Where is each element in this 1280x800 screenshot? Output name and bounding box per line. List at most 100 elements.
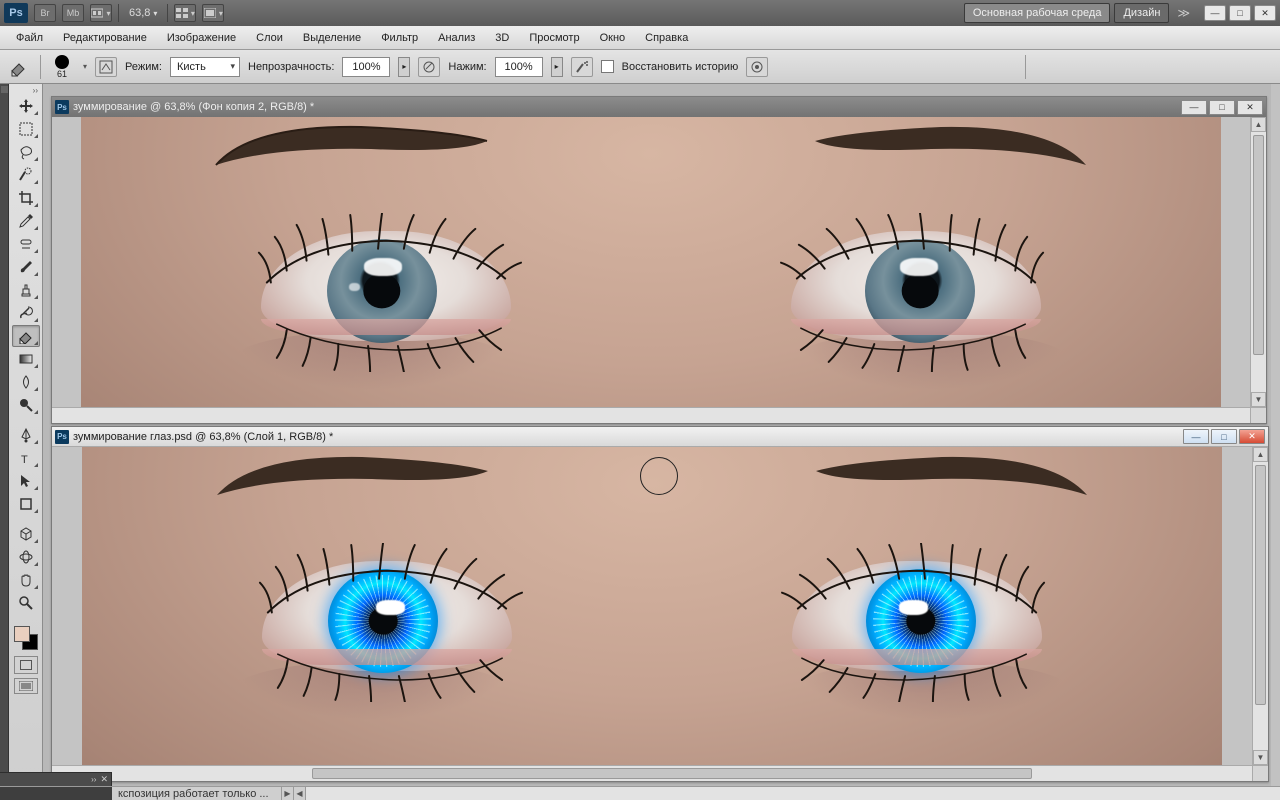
move-tool[interactable]	[12, 95, 40, 117]
scroll-up-arrow-icon[interactable]: ▲	[1251, 117, 1266, 132]
status-menu-arrow-icon[interactable]: ▶	[282, 787, 294, 800]
blend-mode-select[interactable]: Кисть	[170, 57, 240, 77]
scroll-down-arrow-icon[interactable]: ▼	[1251, 392, 1266, 407]
type-tool[interactable]: T	[12, 447, 40, 469]
hand-tool[interactable]	[12, 569, 40, 591]
brush-panel-toggle[interactable]	[95, 57, 117, 77]
workspace-essentials-button[interactable]: Основная рабочая среда	[964, 3, 1111, 23]
crop-tool[interactable]	[12, 187, 40, 209]
shape-tool[interactable]	[12, 493, 40, 515]
zoom-level-dropdown[interactable]: 63,8	[125, 7, 161, 19]
pen-tool[interactable]	[12, 424, 40, 446]
lasso-tool[interactable]	[12, 141, 40, 163]
document-1-vertical-scrollbar[interactable]: ▲ ▼	[1250, 117, 1266, 407]
clone-stamp-tool[interactable]	[12, 279, 40, 301]
erase-to-history-checkbox[interactable]	[601, 60, 614, 73]
dodge-tool[interactable]	[12, 394, 40, 416]
eyedropper-tool[interactable]	[12, 210, 40, 232]
flow-slider-button[interactable]: ▸	[551, 57, 563, 77]
tablet-pressure-size-toggle[interactable]	[746, 57, 768, 77]
document-2-horizontal-scrollbar[interactable]	[52, 765, 1252, 781]
screen-mode-dropdown[interactable]	[202, 4, 224, 22]
document-1-maximize-button[interactable]: □	[1209, 100, 1235, 115]
gradient-tool[interactable]	[12, 348, 40, 370]
scroll-up-arrow-icon[interactable]: ▲	[1253, 447, 1268, 462]
current-tool-icon[interactable]	[6, 56, 32, 78]
workspace-more-button[interactable]: ≫	[1173, 6, 1194, 20]
app-minimize-button[interactable]: —	[1204, 5, 1226, 21]
document-2-viewport[interactable]	[52, 447, 1252, 765]
eraser-tool[interactable]	[12, 325, 40, 347]
scrollbar-thumb[interactable]	[1253, 135, 1264, 355]
opacity-slider-button[interactable]: ▸	[398, 57, 410, 77]
document-1-viewport[interactable]	[52, 117, 1250, 407]
color-swatches[interactable]	[12, 624, 40, 652]
3d-object-tool[interactable]	[12, 523, 40, 545]
document-2-titlebar[interactable]: Ps зуммирование глаз.psd @ 63,8% (Слой 1…	[52, 427, 1268, 447]
menu-view[interactable]: Просмотр	[519, 28, 589, 48]
quick-mask-toggle[interactable]	[14, 656, 38, 674]
3d-camera-tool[interactable]	[12, 546, 40, 568]
history-brush-tool[interactable]	[12, 302, 40, 324]
foreground-color-swatch[interactable]	[14, 626, 30, 642]
opacity-input[interactable]: 100%	[342, 57, 390, 77]
menu-layer[interactable]: Слои	[246, 28, 293, 48]
chevron-down-icon[interactable]: ▾	[83, 62, 87, 71]
pressure-size-icon	[750, 60, 764, 74]
brush-panel-icon	[99, 60, 113, 74]
document-2-vertical-scrollbar[interactable]: ▲ ▼	[1252, 447, 1268, 765]
airbrush-toggle[interactable]	[571, 57, 593, 77]
minimized-panel-tab[interactable]: ›› ✕	[0, 772, 112, 786]
app-close-button[interactable]: ✕	[1254, 5, 1276, 21]
document-1-horizontal-scrollbar[interactable]	[52, 407, 1250, 423]
blur-tool[interactable]	[12, 371, 40, 393]
quick-selection-tool[interactable]	[12, 164, 40, 186]
zoom-tool[interactable]	[12, 592, 40, 614]
menu-filter[interactable]: Фильтр	[371, 28, 428, 48]
screen-mode-button[interactable]	[14, 678, 38, 694]
menu-3d[interactable]: 3D	[485, 28, 519, 48]
view-extras-dropdown[interactable]	[90, 4, 112, 22]
document-2-minimize-button[interactable]: —	[1183, 429, 1209, 444]
scrollbar-thumb[interactable]	[1255, 465, 1266, 705]
document-window-1: Ps зуммирование @ 63,8% (Фон копия 2, RG…	[51, 96, 1267, 424]
document-2-maximize-button[interactable]: □	[1211, 429, 1237, 444]
tool-options-bar: 61 ▾ Режим: Кисть Непрозрачность: 100% ▸…	[0, 50, 1280, 84]
separator	[167, 4, 168, 22]
brush-preset-picker[interactable]: 61	[49, 55, 75, 79]
document-1-titlebar[interactable]: Ps зуммирование @ 63,8% (Фон копия 2, RG…	[52, 97, 1266, 117]
opacity-pressure-toggle[interactable]	[418, 57, 440, 77]
brush-tool[interactable]	[12, 256, 40, 278]
scroll-down-arrow-icon[interactable]: ▼	[1253, 750, 1268, 765]
arrange-documents-dropdown[interactable]	[174, 4, 196, 22]
grip-icon	[1, 86, 8, 93]
workspace-design-button[interactable]: Дизайн	[1114, 3, 1169, 23]
flow-input[interactable]: 100%	[495, 57, 543, 77]
menu-select[interactable]: Выделение	[293, 28, 371, 48]
path-selection-tool[interactable]	[12, 470, 40, 492]
scrollbar-thumb[interactable]	[312, 768, 1032, 779]
menu-help[interactable]: Справка	[635, 28, 698, 48]
scroll-left-arrow-icon[interactable]: ◀	[294, 787, 306, 800]
document-1-close-button[interactable]: ✕	[1237, 100, 1263, 115]
menu-file[interactable]: Файл	[6, 28, 53, 48]
menu-analysis[interactable]: Анализ	[428, 28, 485, 48]
collapsed-panel-strip[interactable]	[0, 84, 9, 786]
ps-logo-icon: Ps	[4, 3, 28, 23]
status-horizontal-scrollbar[interactable]	[306, 787, 1280, 800]
app-maximize-button[interactable]: □	[1229, 5, 1251, 21]
document-1-minimize-button[interactable]: —	[1181, 100, 1207, 115]
close-icon[interactable]: ✕	[100, 774, 108, 785]
minibridge-button[interactable]: Mb	[62, 4, 84, 22]
document-1-canvas[interactable]	[81, 117, 1221, 407]
brush-dot-icon	[55, 55, 69, 69]
marquee-tool[interactable]	[12, 118, 40, 140]
document-2-canvas[interactable]	[82, 447, 1222, 765]
menu-window[interactable]: Окно	[590, 28, 636, 48]
menu-edit[interactable]: Редактирование	[53, 28, 157, 48]
bridge-button[interactable]: Br	[34, 4, 56, 22]
document-2-close-button[interactable]: ✕	[1239, 429, 1265, 444]
menu-image[interactable]: Изображение	[157, 28, 246, 48]
tools-panel-header[interactable]: ››	[11, 86, 40, 94]
healing-brush-tool[interactable]	[12, 233, 40, 255]
